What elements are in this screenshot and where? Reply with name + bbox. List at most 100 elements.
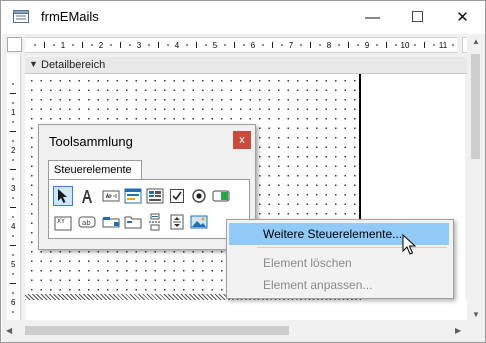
ruler-tick: [44, 42, 45, 48]
label-icon: [82, 190, 92, 203]
ruler-number: 4: [11, 222, 16, 231]
toggle-tool[interactable]: [211, 186, 231, 206]
horizontal-ruler[interactable]: 1 2 3 4 5 6 7 8 9 10 11: [25, 37, 457, 53]
image-tool[interactable]: [189, 212, 209, 232]
ruler-number: 9: [365, 41, 370, 50]
button-tool[interactable]: ab: [77, 212, 97, 232]
tab-steuerelemente[interactable]: Steuerelemente: [48, 160, 142, 179]
ruler-tick: [196, 42, 197, 48]
ruler-tick: [120, 42, 121, 48]
ruler-tick: [158, 42, 159, 48]
ruler-number: 2: [11, 146, 16, 155]
form-tool[interactable]: [123, 186, 143, 206]
svg-text:XY: XY: [57, 218, 65, 225]
ruler-tick: [91, 44, 93, 46]
ruler-tick: [186, 44, 188, 46]
ruler-tick: [205, 44, 207, 46]
menu-item-delete-element[interactable]: Element löschen: [229, 252, 449, 274]
checkbox-tool[interactable]: [167, 186, 187, 206]
form-icon: [13, 10, 29, 23]
ruler-tick: [300, 44, 302, 46]
spin-tool[interactable]: [167, 212, 187, 232]
menu-item-customize-element[interactable]: Element anpassen...: [229, 274, 449, 296]
checkbox-icon: [170, 189, 184, 203]
button-icon: ab: [78, 216, 96, 228]
ruler-tick: [10, 93, 16, 94]
close-icon: ✕: [456, 9, 469, 26]
toolbox-palette[interactable]: Toolsammlung x Steuerelemente XY ab: [38, 124, 256, 250]
horizontal-scrollbar[interactable]: ◀ ▶: [2, 322, 467, 339]
pointer-icon: [58, 189, 67, 203]
page-break-tool[interactable]: [145, 212, 165, 232]
ruler-tick: [12, 292, 14, 294]
ruler-tick: [319, 44, 321, 46]
ruler-tick: [12, 235, 14, 237]
ruler-number: 6: [251, 41, 256, 50]
ruler-number: 1: [61, 41, 66, 50]
tab-control-tool[interactable]: [101, 212, 121, 232]
ruler-tick: [243, 44, 245, 46]
ruler-corner[interactable]: [7, 37, 22, 52]
ruler-tick: [357, 44, 359, 46]
ruler-tick: [348, 42, 349, 48]
ruler-number: 2: [99, 41, 104, 50]
ruler-number: 1: [11, 108, 16, 117]
close-button[interactable]: ✕: [440, 1, 485, 33]
section-header-detail[interactable]: ▼ Detailbereich: [25, 57, 470, 74]
tab-label: Steuerelemente: [54, 164, 132, 176]
ruler-tick: [167, 44, 169, 46]
ruler-tick: [82, 42, 83, 48]
ruler-tick: [34, 44, 36, 46]
ruler-tick: [10, 207, 16, 208]
ruler-tick: [452, 44, 454, 46]
ruler-tick: [12, 83, 14, 85]
minimize-button[interactable]: —: [350, 1, 395, 33]
vertical-scrollbar[interactable]: ▲ ▼: [467, 34, 484, 323]
label-tool[interactable]: [77, 186, 97, 206]
maximize-button[interactable]: ☐: [395, 1, 440, 33]
ruler-number: 5: [11, 260, 16, 269]
vertical-scroll-thumb[interactable]: [471, 54, 480, 159]
combo-tool[interactable]: XY: [53, 212, 73, 232]
listbox-tool[interactable]: [145, 186, 165, 206]
minimize-icon: —: [365, 8, 380, 26]
scroll-up-icon[interactable]: ▲: [472, 37, 480, 46]
form-icon: [124, 188, 142, 204]
ruler-tick: [12, 254, 14, 256]
menu-separator: [257, 247, 447, 248]
menu-item-more-controls[interactable]: Weitere Steuerelemente...: [229, 223, 449, 245]
ruler-number: 6: [11, 298, 16, 307]
ruler-number: 8: [327, 41, 332, 50]
toggle-icon: [212, 190, 230, 202]
scroll-right-icon[interactable]: ▶: [455, 326, 461, 335]
tab-control-icon: [102, 217, 120, 228]
pointer-tool[interactable]: [53, 186, 73, 206]
window-title: frmEMails: [41, 9, 99, 24]
option-button-tool[interactable]: [189, 186, 209, 206]
ruler-tick: [10, 169, 16, 170]
subform-tool[interactable]: [123, 212, 143, 232]
subform-icon: [124, 216, 142, 229]
size-grip[interactable]: [467, 322, 484, 339]
title-bar[interactable]: frmEMails — ☐ ✕: [1, 1, 485, 33]
ruler-tick: [10, 283, 16, 284]
toolbox-close-button[interactable]: x: [233, 131, 251, 149]
scroll-down-icon[interactable]: ▼: [472, 310, 480, 319]
form-canvas-below[interactable]: [25, 300, 467, 320]
textbox-icon: [102, 190, 120, 202]
ruler-tick: [12, 197, 14, 199]
ruler-tick: [376, 44, 378, 46]
ruler-ticks: 1 2 3 4 5 6: [10, 83, 16, 313]
vertical-ruler[interactable]: 1 2 3 4 5 6: [7, 54, 21, 320]
ruler-number: 11: [439, 41, 448, 50]
ruler-number: 7: [289, 41, 294, 50]
close-icon: x: [239, 134, 245, 146]
ruler-number: 3: [137, 41, 142, 50]
ruler-number: 5: [213, 41, 218, 50]
combo-icon: XY: [54, 216, 72, 231]
scroll-left-icon[interactable]: ◀: [6, 326, 12, 335]
textbox-tool[interactable]: [101, 186, 121, 206]
maximize-icon: ☐: [410, 9, 425, 26]
ruler-tick: [72, 44, 74, 46]
horizontal-scroll-thumb[interactable]: [25, 326, 289, 335]
